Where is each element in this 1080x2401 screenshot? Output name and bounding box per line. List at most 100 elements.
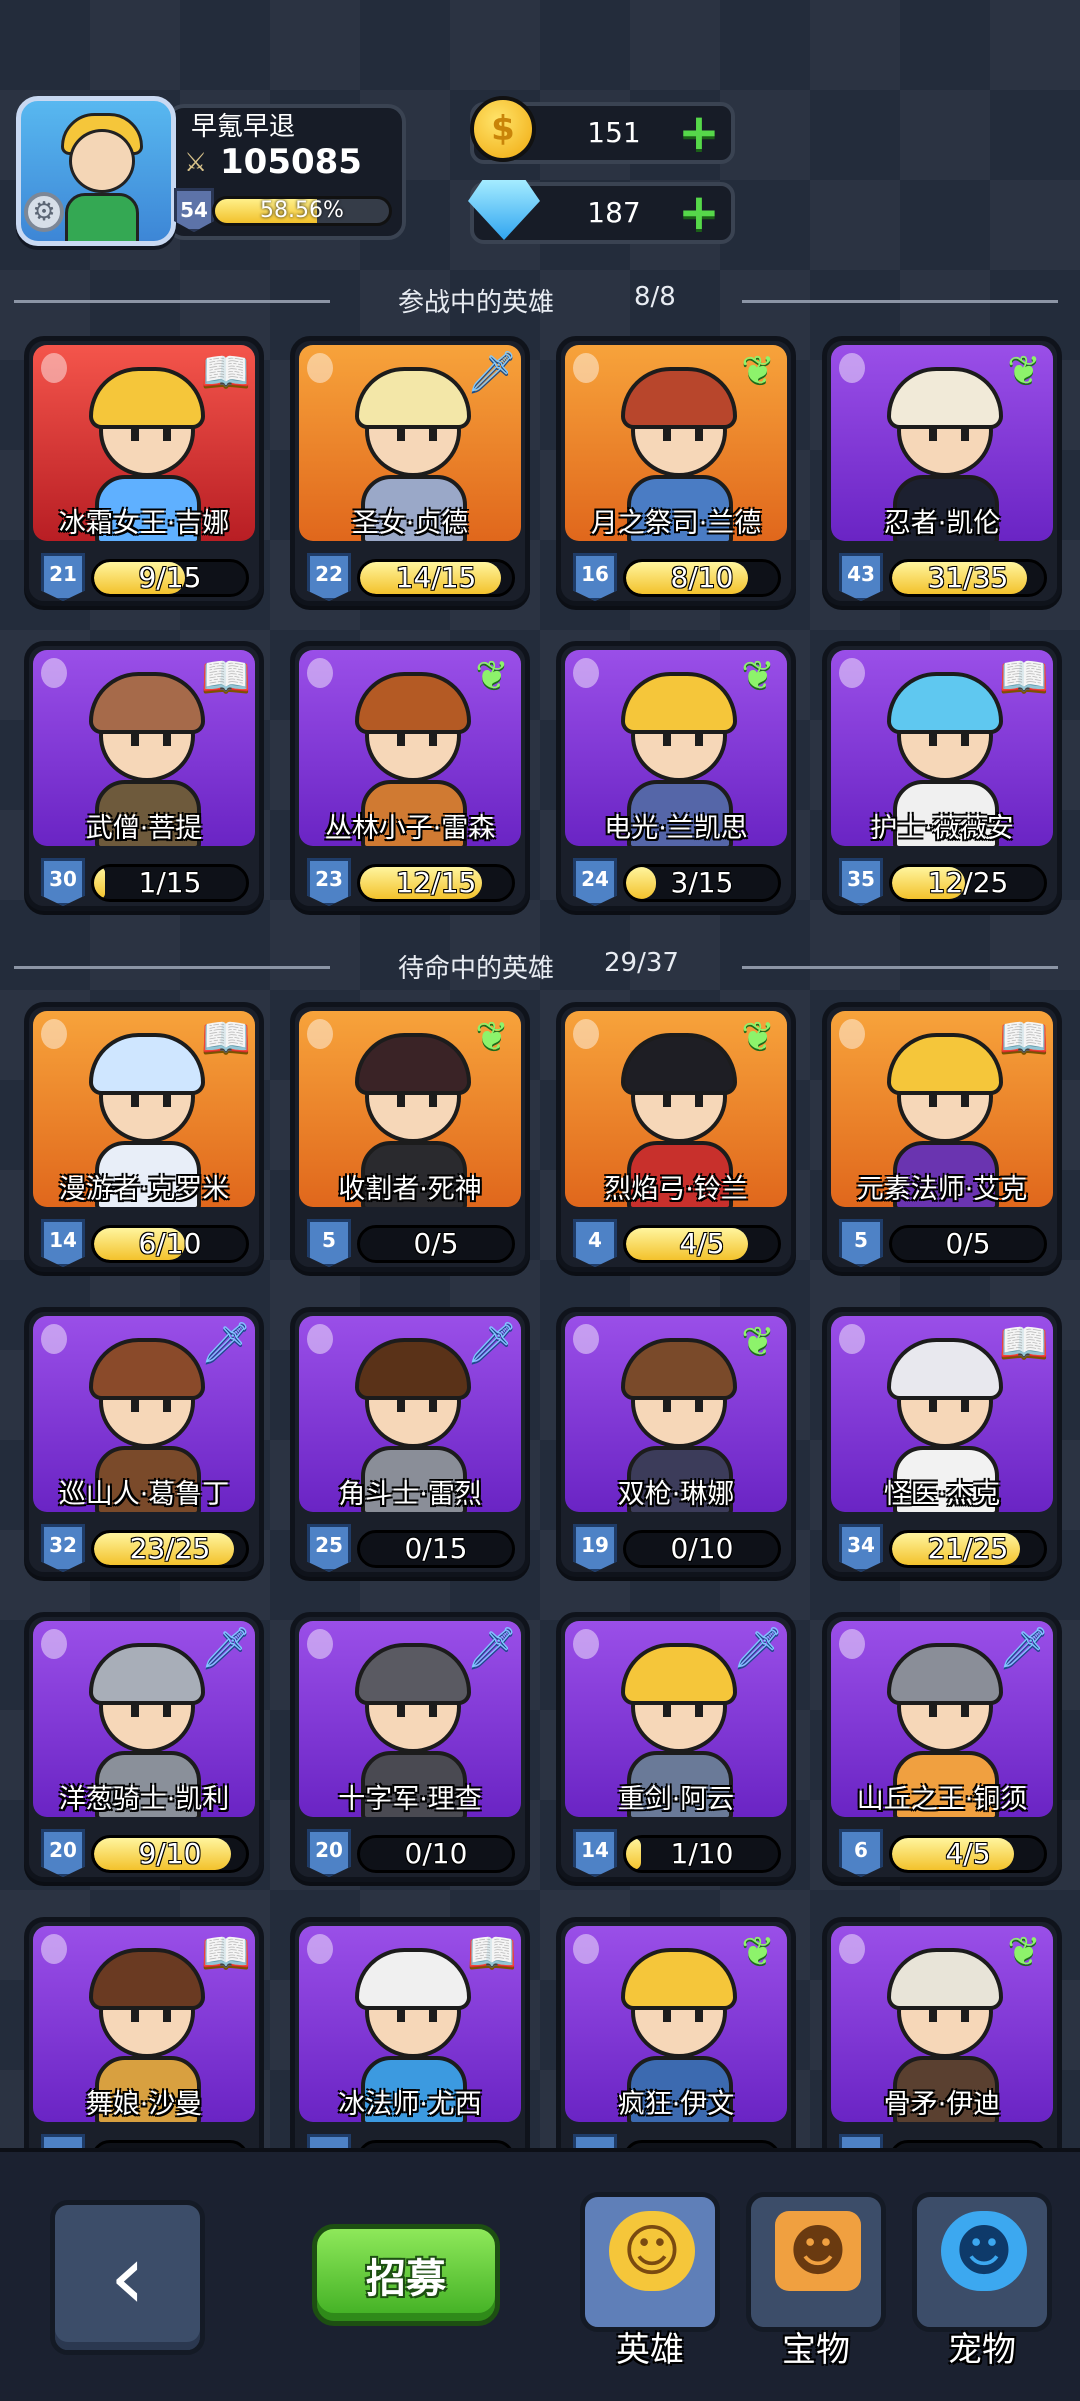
hero-name: 冰法师·尤西: [338, 2089, 482, 2120]
wing-icon: ❦: [741, 1929, 775, 1975]
hero-level-badge: 14: [573, 1829, 617, 1877]
hero-shard-progress-bar: 0/5: [357, 1225, 515, 1263]
hero-shard-progress-bar: 9/10: [91, 1835, 249, 1873]
hero-card[interactable]: 📖 漫游者·克罗米 14 6/10: [24, 1002, 264, 1272]
hero-shard-progress-bar: 0/15: [357, 1530, 515, 1568]
hero-name: 舞娘·沙曼: [85, 2089, 203, 2120]
player-profile[interactable]: ⚙ 早氪早退 ⚔ 105085 54 58.56%: [16, 96, 406, 246]
hero-name: 骨矛·伊迪: [883, 2089, 1001, 2120]
sword-icon: 🗡: [200, 1319, 252, 1366]
book-icon: 📖: [201, 348, 251, 395]
hero-card[interactable]: 🗡 圣女·贞德 22 14/15: [290, 336, 530, 606]
hero-card[interactable]: ❦ 月之祭司·兰德 16 8/10: [556, 336, 796, 606]
active-heroes-count: 8/8: [634, 282, 676, 312]
hero-card[interactable]: 🗡 山丘之王·铜须 6 4/5: [822, 1612, 1062, 1882]
active-heroes-header: 参战中的英雄 8/8: [0, 280, 1080, 320]
player-power: 105085: [220, 142, 362, 182]
hero-card[interactable]: 🗡 角斗士·雷烈 25 0/15: [290, 1307, 530, 1577]
hero-shard-progress-bar: 31/35: [889, 559, 1047, 597]
book-icon: 📖: [201, 653, 251, 700]
hero-card[interactable]: ❦ 收割者·死神 5 0/5: [290, 1002, 530, 1272]
active-heroes-title: 参战中的英雄: [398, 288, 555, 318]
xp-bar: 58.56%: [212, 196, 392, 226]
hero-name: 护士·薇薇安: [870, 813, 1014, 844]
hero-level-badge: 22: [307, 553, 351, 601]
hero-name: 双枪·琳娜: [617, 1479, 735, 1510]
tab-heroes[interactable]: ☺: [580, 2192, 720, 2332]
hero-shard-progress-bar: 0/10: [623, 1530, 781, 1568]
hero-name: 角斗士·雷烈: [338, 1479, 482, 1510]
hero-shard-progress-bar: 8/10: [623, 559, 781, 597]
hero-name: 月之祭司·兰德: [590, 508, 762, 539]
hero-shard-progress-text: 8/10: [670, 561, 734, 594]
chevron-left-icon: ‹: [109, 2225, 146, 2330]
hero-name: 圣女·贞德: [351, 508, 469, 539]
hero-name: 忍者·凯伦: [883, 508, 1001, 539]
hero-level-badge: 35: [839, 858, 883, 906]
hero-card[interactable]: 📖 舞娘·沙曼: [24, 1917, 264, 2187]
add-gems-button[interactable]: +: [677, 187, 721, 237]
hero-name: 洋葱骑士·凯利: [58, 1784, 230, 1815]
hero-name: 丛林小子·雷森: [324, 813, 496, 844]
wing-icon: ❦: [741, 653, 775, 699]
hero-level-badge: 5: [307, 1219, 351, 1267]
wing-icon: ❦: [475, 653, 509, 699]
gem-value: 187: [587, 196, 641, 229]
hero-card[interactable]: ❦ 疯狂·伊文: [556, 1917, 796, 2187]
hero-shard-progress-bar: 1/10: [623, 1835, 781, 1873]
wing-icon: ❦: [1007, 348, 1041, 394]
sword-icon: 🗡: [466, 1319, 518, 1366]
hero-card[interactable]: 🗡 十字军·理查 20 0/10: [290, 1612, 530, 1882]
hero-card[interactable]: 📖 护士·薇薇安 35 12/25: [822, 641, 1062, 911]
hero-shard-progress-text: 4/5: [945, 1837, 991, 1870]
book-icon: 📖: [201, 1929, 251, 1976]
wing-icon: ❦: [475, 1014, 509, 1060]
back-button[interactable]: ‹: [50, 2200, 205, 2355]
standby-heroes-title: 待命中的英雄: [398, 954, 555, 984]
hero-shard-progress-bar: 1/15: [91, 864, 249, 902]
hero-card[interactable]: ❦ 丛林小子·雷森 23 12/15: [290, 641, 530, 911]
hero-card[interactable]: ❦ 骨矛·伊迪: [822, 1917, 1062, 2187]
hero-card[interactable]: ❦ 电光·兰凯思 24 3/15: [556, 641, 796, 911]
power-sword-icon: ⚔: [184, 148, 208, 178]
hero-card[interactable]: 🗡 洋葱骑士·凯利 20 9/10: [24, 1612, 264, 1882]
hero-card[interactable]: 📖 怪医·杰克 34 21/25: [822, 1307, 1062, 1577]
hero-card[interactable]: 📖 元素法师·艾克 5 0/5: [822, 1002, 1062, 1272]
settings-gear-icon[interactable]: ⚙: [24, 192, 64, 232]
gold-coin-icon: $: [470, 96, 536, 162]
tab-pets[interactable]: ☻: [912, 2192, 1052, 2332]
hero-card[interactable]: 📖 冰霜女王·吉娜 21 9/15: [24, 336, 264, 606]
hero-card[interactable]: ❦ 双枪·琳娜 19 0/10: [556, 1307, 796, 1577]
hero-level-badge: 30: [41, 858, 85, 906]
recruit-button[interactable]: 招募: [312, 2224, 500, 2326]
hero-level-badge: 20: [307, 1829, 351, 1877]
add-gold-button[interactable]: +: [677, 107, 721, 157]
hero-shard-progress-bar: 4/5: [889, 1835, 1047, 1873]
hero-name: 山丘之王·铜须: [856, 1784, 1028, 1815]
hero-shard-progress-bar: 3/15: [623, 864, 781, 902]
hero-card[interactable]: 📖 冰法师·尤西: [290, 1917, 530, 2187]
hero-name: 巡山人·葛鲁丁: [58, 1479, 230, 1510]
hero-card[interactable]: 📖 武僧·菩提 30 1/15: [24, 641, 264, 911]
tab-treasure[interactable]: ☻: [746, 2192, 886, 2332]
hero-shard-progress-text: 4/5: [679, 1227, 725, 1260]
hero-card[interactable]: 🗡 巡山人·葛鲁丁 32 23/25: [24, 1307, 264, 1577]
hero-shard-progress-text: 1/15: [138, 866, 202, 899]
wing-icon: ❦: [1007, 1929, 1041, 1975]
book-icon: 📖: [999, 1319, 1049, 1366]
hero-card[interactable]: 🗡 重剑·阿云 14 1/10: [556, 1612, 796, 1882]
hero-level-badge: 43: [839, 553, 883, 601]
hero-face-icon: ☺: [609, 2211, 695, 2291]
hero-level-badge: 23: [307, 858, 351, 906]
hero-shard-progress-text: 0/10: [670, 1532, 734, 1565]
standby-heroes-header: 待命中的英雄 29/37: [0, 946, 1080, 986]
hero-name: 冰霜女王·吉娜: [58, 508, 230, 539]
hero-card[interactable]: ❦ 烈焰弓·铃兰 4 4/5: [556, 1002, 796, 1272]
hero-shard-progress-text: 14/15: [395, 561, 477, 594]
hero-card[interactable]: ❦ 忍者·凯伦 43 31/35: [822, 336, 1062, 606]
hero-level-badge: 21: [41, 553, 85, 601]
hero-level-badge: 24: [573, 858, 617, 906]
hero-shard-progress-bar: 21/25: [889, 1530, 1047, 1568]
hero-shard-progress-text: 3/15: [670, 866, 734, 899]
hero-name: 重剑·阿云: [617, 1784, 735, 1815]
